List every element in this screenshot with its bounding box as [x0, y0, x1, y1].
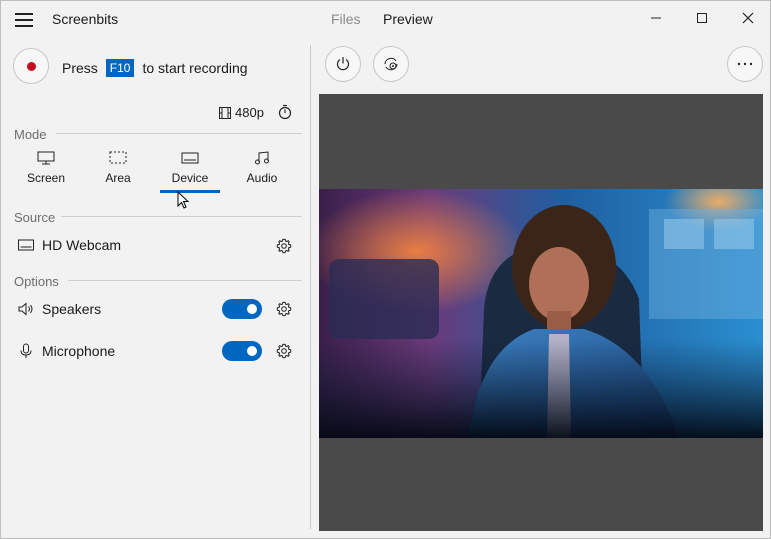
toggle-knob — [247, 304, 257, 314]
options-divider — [68, 280, 302, 281]
mode-device-label: Device — [171, 171, 209, 185]
record-hint-suffix: to start recording — [142, 60, 248, 76]
hotkey-badge: F10 — [105, 59, 135, 77]
microphone-settings-gear-icon[interactable] — [276, 343, 292, 359]
source-divider — [61, 216, 302, 217]
minimize-button[interactable] — [633, 1, 679, 35]
microphone-row: Microphone — [18, 343, 115, 359]
toggle-knob — [247, 346, 257, 356]
quality-selector[interactable]: 480p — [219, 105, 264, 120]
webcam-overlay-button[interactable] — [373, 46, 409, 82]
mode-section-label: Mode — [14, 127, 47, 142]
hamburger-menu-icon[interactable] — [15, 11, 33, 27]
more-dots-icon — [737, 62, 753, 66]
microphone-toggle[interactable] — [222, 341, 262, 361]
microphone-icon — [20, 343, 32, 358]
mode-audio-label: Audio — [246, 171, 278, 185]
timer-icon[interactable] — [278, 104, 292, 120]
more-options-button[interactable] — [727, 46, 763, 82]
camera-rotate-icon — [384, 57, 398, 71]
tab-files[interactable]: Files — [331, 11, 361, 27]
mode-device[interactable]: Device — [159, 149, 221, 185]
quality-label: 480p — [235, 105, 264, 120]
record-hint: Press F10 to start recording — [62, 59, 248, 77]
mode-screen[interactable]: Screen — [15, 149, 77, 185]
mode-screen-label: Screen — [26, 171, 66, 185]
device-icon — [18, 239, 34, 251]
close-icon — [742, 12, 754, 24]
speakers-toggle[interactable] — [222, 299, 262, 319]
device-icon — [181, 152, 199, 164]
source-settings-gear-icon[interactable] — [276, 238, 292, 254]
left-panel: Press F10 to start recording 480p Mode S… — [1, 37, 311, 537]
source-device-label: HD Webcam — [42, 237, 122, 253]
app-window: Screenbits Files Preview Press F10 to st… — [0, 0, 771, 539]
mode-audio[interactable]: Audio — [231, 149, 293, 185]
speakers-settings-gear-icon[interactable] — [276, 301, 292, 317]
preview-area — [319, 94, 763, 531]
panel-divider — [310, 45, 311, 529]
source-device[interactable]: HD Webcam — [18, 237, 121, 253]
maximize-icon — [697, 13, 707, 23]
microphone-label: Microphone — [42, 343, 116, 359]
film-icon — [219, 106, 231, 119]
power-icon — [336, 57, 350, 71]
monitor-icon — [37, 151, 55, 165]
power-button[interactable] — [325, 46, 361, 82]
title-bar: Screenbits Files Preview — [1, 1, 770, 37]
area-select-icon — [109, 151, 127, 164]
options-section-label: Options — [14, 274, 59, 289]
maximize-button[interactable] — [679, 1, 725, 35]
minimize-icon — [651, 17, 661, 19]
speaker-icon — [18, 302, 33, 316]
record-dot-icon — [27, 62, 36, 71]
close-button[interactable] — [725, 1, 771, 35]
mode-area-label: Area — [105, 171, 131, 185]
speakers-label: Speakers — [42, 301, 102, 317]
mode-area[interactable]: Area — [87, 149, 149, 185]
tab-preview[interactable]: Preview — [383, 11, 433, 27]
source-section-label: Source — [14, 210, 56, 225]
mouse-cursor-icon — [177, 191, 190, 209]
speakers-row: Speakers — [18, 301, 101, 317]
record-button[interactable] — [13, 48, 49, 84]
mode-divider — [56, 133, 302, 134]
music-note-icon — [255, 151, 269, 165]
record-hint-press: Press — [62, 60, 98, 76]
app-title: Screenbits — [52, 11, 119, 27]
webcam-preview-image — [319, 189, 763, 438]
